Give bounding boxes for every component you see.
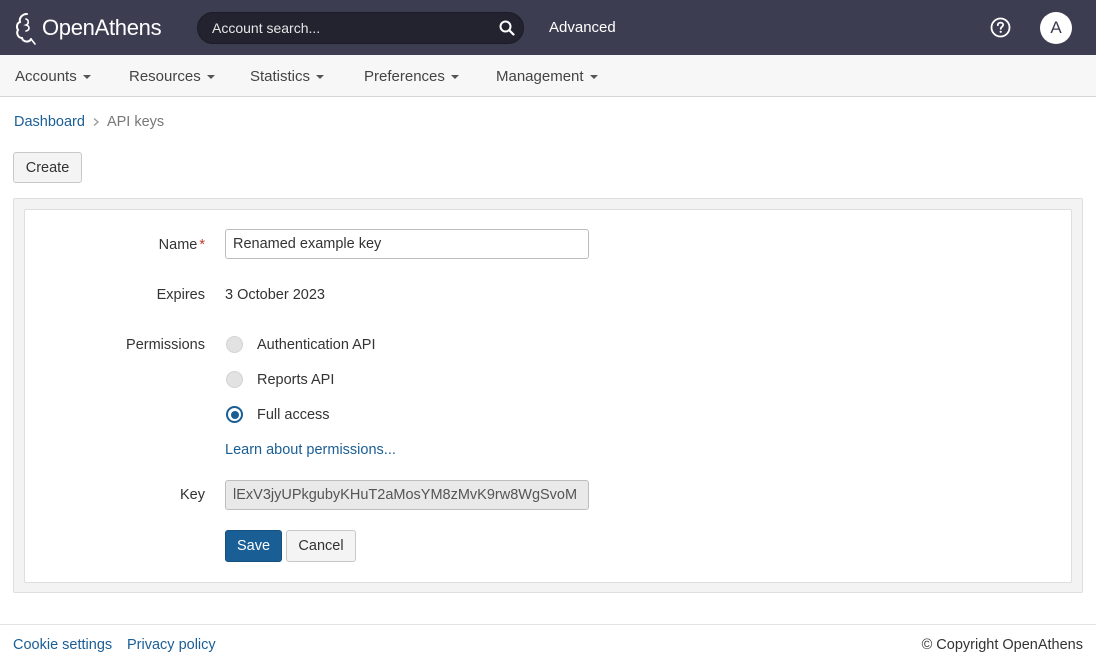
radio-authentication-api[interactable] (226, 336, 243, 353)
required-mark: * (199, 237, 205, 253)
permission-option-reports-api[interactable]: Reports API (225, 371, 334, 388)
caret-down-icon (82, 74, 91, 79)
create-button[interactable]: Create (13, 152, 82, 183)
api-key-form (24, 209, 1072, 583)
top-bar: OpenAthens Advanced A (0, 0, 1096, 55)
openathens-logo[interactable]: OpenAthens (14, 11, 162, 45)
nav-statistics[interactable]: Statistics (250, 68, 325, 85)
account-search (197, 12, 524, 44)
help-icon[interactable] (990, 17, 1011, 38)
advanced-search-link[interactable]: Advanced (549, 19, 616, 36)
caret-down-icon (450, 74, 459, 79)
nav-preferences[interactable]: Preferences (364, 68, 459, 85)
footer: Cookie settings Privacy policy © Copyrig… (0, 624, 1096, 661)
breadcrumb: Dashboard API keys (14, 114, 164, 130)
expires-value: 3 October 2023 (225, 287, 325, 303)
nav-accounts[interactable]: Accounts (15, 68, 91, 85)
radio-label: Reports API (257, 371, 335, 388)
save-button[interactable]: Save (225, 530, 282, 562)
radio-label: Authentication API (257, 336, 376, 353)
caret-down-icon (589, 74, 598, 79)
openathens-logo-icon (15, 13, 36, 45)
cancel-button[interactable]: Cancel (286, 530, 356, 562)
caret-down-icon (316, 74, 325, 79)
learn-permissions-link[interactable]: Learn about permissions... (225, 442, 396, 458)
name-label: Name * (0, 237, 205, 253)
radio-reports-api[interactable] (226, 371, 243, 388)
nav-statistics-label: Statistics (250, 68, 311, 85)
nav-resources[interactable]: Resources (129, 68, 215, 85)
nav-management-label: Management (496, 68, 584, 85)
account-search-input[interactable] (212, 20, 482, 36)
permission-option-full-access[interactable]: Full access (225, 406, 330, 423)
brand-name: OpenAthens (42, 15, 162, 40)
chevron-right-icon (93, 118, 99, 126)
search-icon[interactable] (499, 20, 515, 36)
name-label-text: Name (158, 237, 198, 253)
privacy-policy-link[interactable]: Privacy policy (127, 637, 216, 653)
expires-label: Expires (156, 287, 205, 303)
radio-label: Full access (257, 406, 330, 423)
nav-accounts-label: Accounts (15, 68, 77, 85)
permission-option-authentication-api[interactable]: Authentication API (225, 336, 376, 353)
breadcrumb-current: API keys (106, 114, 165, 130)
cookie-settings-link[interactable]: Cookie settings (13, 637, 112, 653)
nav-resources-label: Resources (129, 68, 201, 85)
key-field[interactable] (225, 480, 589, 510)
key-label: Key (180, 487, 205, 503)
nav-preferences-label: Preferences (364, 68, 445, 85)
nav-management[interactable]: Management (496, 68, 598, 85)
caret-down-icon (206, 74, 215, 79)
name-input[interactable] (225, 229, 589, 259)
radio-full-access[interactable] (226, 406, 243, 423)
user-avatar[interactable]: A (1040, 12, 1072, 44)
breadcrumb-dashboard-link[interactable]: Dashboard (14, 114, 85, 130)
main-nav: Accounts Resources Statistics Preference… (0, 55, 1096, 97)
copyright-text: © Copyright OpenAthens (921, 637, 1083, 653)
permissions-label: Permissions (126, 337, 205, 353)
